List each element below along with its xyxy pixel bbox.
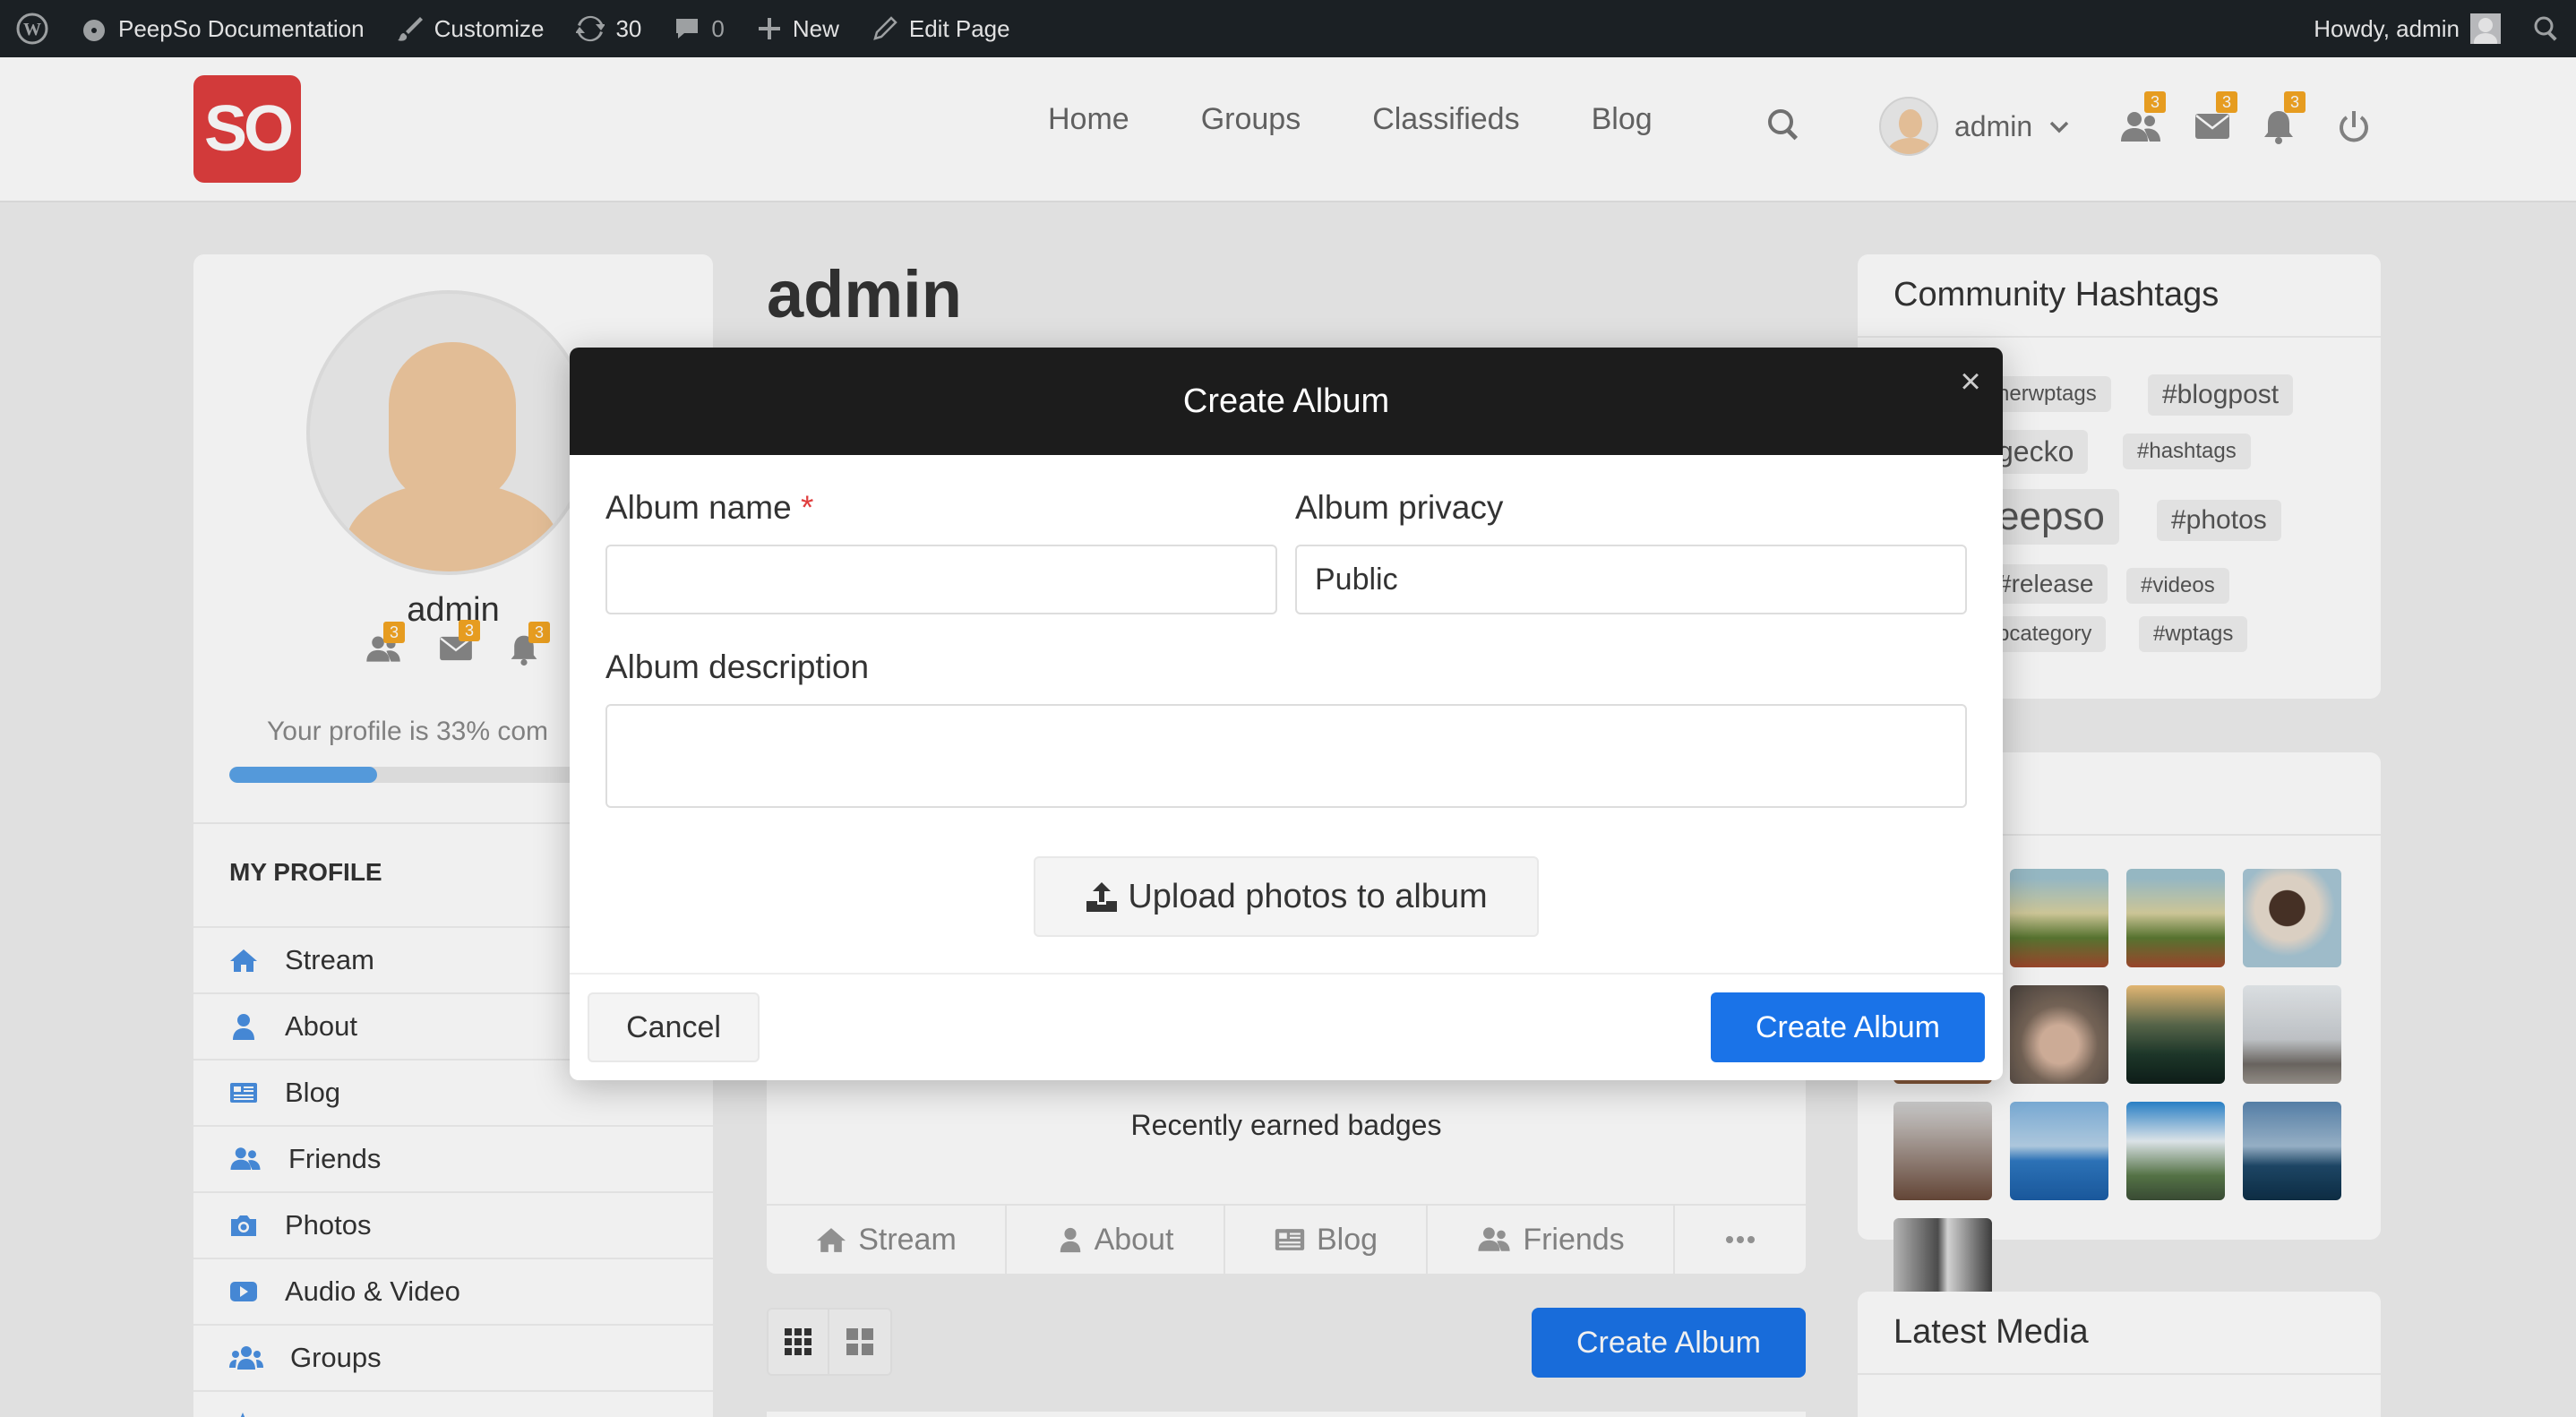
dialog-header: Create Album × [570, 348, 2003, 455]
album-description-label: Album description [605, 648, 870, 685]
album-privacy-value: Public [1315, 562, 1398, 597]
album-privacy-select[interactable]: Public [1295, 545, 1967, 614]
create-album-submit-button[interactable]: Create Album [1711, 992, 1985, 1062]
upload-icon [1086, 882, 1118, 912]
album-name-label: Album name * [605, 489, 813, 527]
upload-photos-label: Upload photos to album [1128, 877, 1488, 915]
album-name-label-text: Album name [605, 489, 792, 526]
required-marker: * [801, 489, 814, 526]
upload-photos-button[interactable]: Upload photos to album [1034, 856, 1539, 937]
close-icon[interactable]: × [1953, 364, 1988, 399]
album-description-textarea[interactable] [605, 704, 1967, 808]
dialog-title: Create Album [1182, 382, 1390, 420]
cancel-button[interactable]: Cancel [588, 992, 760, 1062]
dialog-footer: Cancel Create Album [570, 973, 2003, 1080]
album-name-input[interactable] [605, 545, 1277, 614]
album-privacy-label: Album privacy [1295, 489, 1504, 526]
create-album-dialog: Create Album × Album name * Album privac… [570, 348, 2003, 1080]
